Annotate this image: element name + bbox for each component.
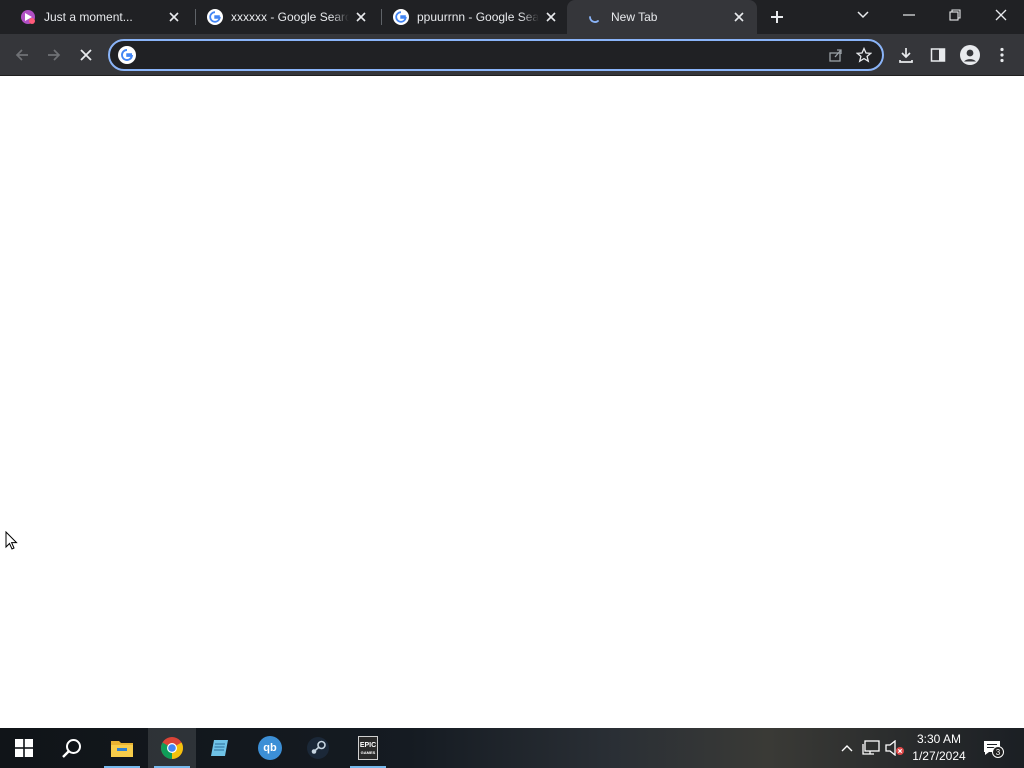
share-button[interactable] xyxy=(822,41,850,69)
tab-close-icon[interactable] xyxy=(166,9,182,25)
bookmark-star-button[interactable] xyxy=(850,41,878,69)
tab-title: Just a moment... xyxy=(44,10,133,24)
side-panel-button[interactable] xyxy=(924,41,952,69)
address-input[interactable] xyxy=(144,43,822,67)
downloads-button[interactable] xyxy=(892,41,920,69)
taskbar-steam[interactable] xyxy=(294,728,342,768)
volume-tray-button[interactable] xyxy=(884,737,906,759)
page-content-blank xyxy=(0,77,1024,728)
avatar-icon xyxy=(960,45,980,65)
restore-icon xyxy=(949,9,961,21)
taskbar-epic-games[interactable]: EPIC GAMES xyxy=(344,728,392,768)
star-outline-icon xyxy=(856,47,872,63)
windows-taskbar: qb EPIC GAMES 3:30 AM 1/27/2024 3 xyxy=(0,728,1024,768)
minimize-icon xyxy=(903,14,915,16)
system-clock[interactable]: 3:30 AM 1/27/2024 xyxy=(906,731,972,765)
taskbar-file-explorer[interactable] xyxy=(98,728,146,768)
screen: Just a moment... xxxxxx - Google Search xyxy=(0,0,1024,768)
taskbar-notepad[interactable] xyxy=(196,728,244,768)
start-button[interactable] xyxy=(0,728,48,768)
side-panel-icon xyxy=(930,48,946,62)
back-button[interactable] xyxy=(8,41,36,69)
loading-spinner-icon xyxy=(587,9,603,25)
tab-title: New Tab xyxy=(611,10,658,24)
close-window-button[interactable] xyxy=(978,0,1024,30)
share-icon xyxy=(829,49,842,62)
taskbar-qbittorrent[interactable]: qb xyxy=(246,728,294,768)
tab-title: ppuurrnn - Google Search xyxy=(417,10,539,24)
tab-close-icon[interactable] xyxy=(731,9,747,25)
google-g-icon xyxy=(393,9,409,25)
menu-button[interactable] xyxy=(988,41,1016,69)
tab-xxxxxx-google-search[interactable]: xxxxxx - Google Search xyxy=(187,0,379,34)
tab-just-a-moment[interactable]: Just a moment... xyxy=(0,0,192,34)
chrome-icon xyxy=(161,737,183,759)
stop-loading-button[interactable] xyxy=(72,41,100,69)
google-g-icon xyxy=(207,9,223,25)
tab-ppuurrnn-google-search[interactable]: ppuurrnn - Google Search xyxy=(373,0,569,34)
chevron-up-icon xyxy=(841,745,853,752)
browser-toolbar xyxy=(0,34,1024,76)
download-icon xyxy=(899,48,913,63)
clock-date: 1/27/2024 xyxy=(912,749,966,763)
tab-search-button[interactable] xyxy=(840,0,886,30)
windows-logo-icon xyxy=(15,739,33,757)
network-icon xyxy=(862,740,880,755)
notification-count-badge: 3 xyxy=(992,746,1004,758)
kebab-menu-icon xyxy=(1000,47,1004,63)
ad-site-icon xyxy=(20,9,36,25)
google-g-icon xyxy=(118,46,136,64)
tab-strip: Just a moment... xxxxxx - Google Search xyxy=(0,0,1024,34)
notepad-icon xyxy=(211,740,228,756)
epic-games-icon: EPIC GAMES xyxy=(358,736,378,760)
tab-title: xxxxxx - Google Search xyxy=(231,10,349,24)
address-bar[interactable] xyxy=(108,39,884,71)
plus-icon xyxy=(771,11,783,23)
minimize-button[interactable] xyxy=(886,0,932,30)
profile-button[interactable] xyxy=(956,41,984,69)
network-tray-button[interactable] xyxy=(860,737,882,759)
chevron-down-icon xyxy=(857,11,869,19)
tab-new-tab[interactable]: New Tab xyxy=(567,0,757,34)
stop-x-icon xyxy=(80,49,92,61)
mouse-pointer-icon xyxy=(5,530,18,555)
arrow-left-icon xyxy=(15,49,28,61)
clock-time: 3:30 AM xyxy=(916,732,962,746)
qbittorrent-icon: qb xyxy=(258,736,282,760)
restore-button[interactable] xyxy=(932,0,978,30)
search-icon xyxy=(62,739,81,758)
action-center-button[interactable]: 3 xyxy=(981,737,1004,759)
steam-icon xyxy=(307,737,329,759)
epic-logo-subtext: GAMES xyxy=(360,749,376,755)
taskbar-chrome[interactable] xyxy=(148,728,196,768)
close-icon xyxy=(995,9,1007,21)
show-hidden-icons-button[interactable] xyxy=(836,737,858,759)
file-explorer-icon xyxy=(111,741,133,757)
tab-close-icon[interactable] xyxy=(543,9,559,25)
new-tab-button[interactable] xyxy=(765,5,789,29)
arrow-right-icon xyxy=(48,49,61,61)
forward-button[interactable] xyxy=(40,41,68,69)
tab-close-icon[interactable] xyxy=(353,9,369,25)
epic-logo-text: EPIC xyxy=(359,741,377,749)
qbittorrent-label: qb xyxy=(263,742,277,754)
search-button[interactable] xyxy=(48,728,96,768)
volume-muted-icon xyxy=(885,740,904,756)
